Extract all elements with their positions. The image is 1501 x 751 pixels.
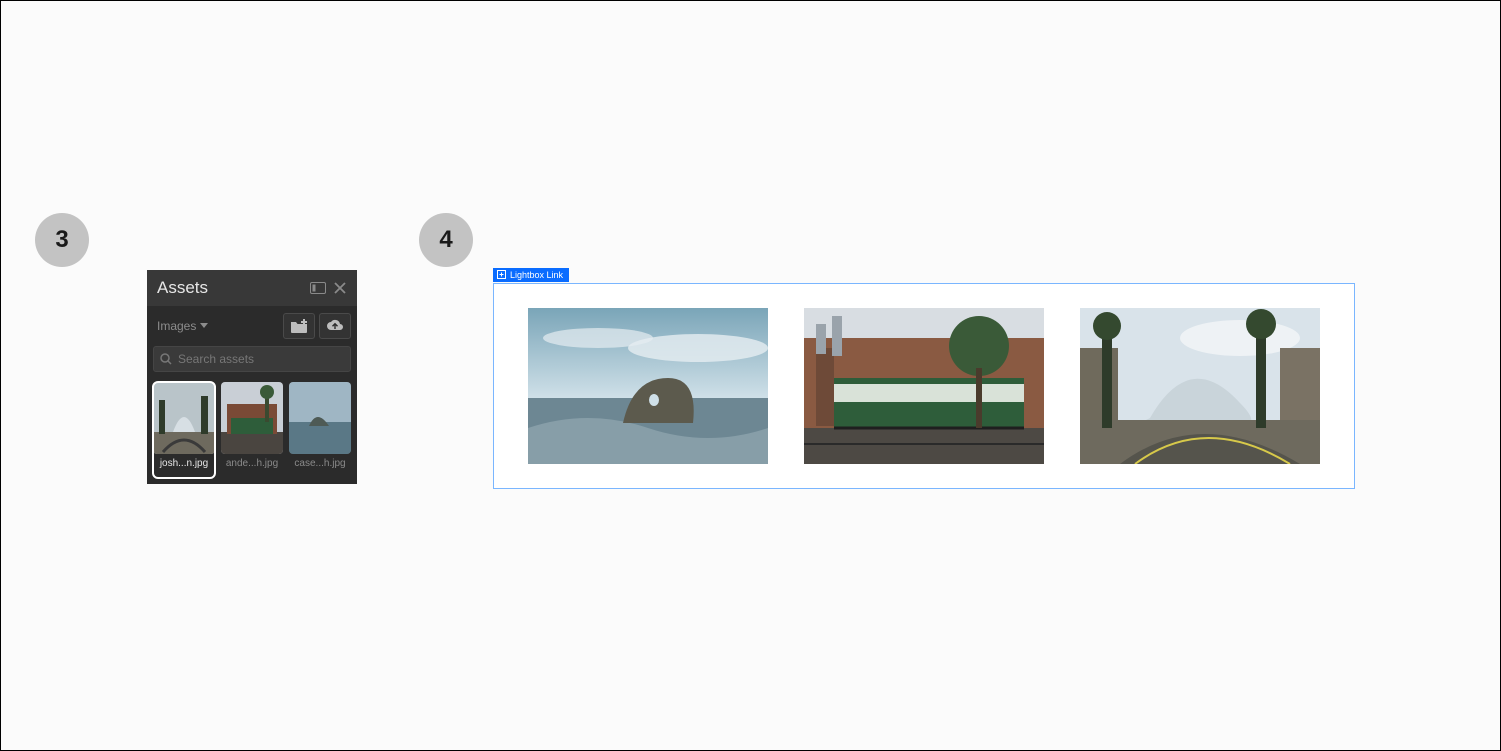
assets-toolbar: Images (147, 306, 357, 346)
folder-plus-icon (290, 319, 308, 333)
asset-thumbnail-caption: case...h.jpg (289, 458, 351, 469)
element-badge[interactable]: Lightbox Link (493, 268, 569, 282)
asset-thumbnail-caption: josh...n.jpg (153, 458, 215, 469)
assets-thumbnail-row: josh...n.jpg ande...h.jpg (147, 378, 357, 484)
lightbox-image[interactable] (1080, 308, 1320, 464)
assets-search-input[interactable] (178, 352, 344, 366)
asset-thumbnail[interactable]: ande...h.jpg (221, 382, 283, 478)
cloud-upload-icon (326, 319, 344, 333)
lightbox-link-selection: Lightbox Link (493, 266, 1355, 489)
assets-panel-header: Assets (147, 270, 357, 306)
assets-search-row (147, 346, 357, 378)
asset-thumbnail-image (153, 382, 215, 454)
new-folder-button[interactable] (283, 313, 315, 339)
step-badge-4: 4 (419, 213, 473, 267)
step-badge-3: 3 (35, 213, 89, 267)
asset-type-filter-label: Images (157, 319, 196, 333)
lightbox-image[interactable] (528, 308, 768, 464)
close-icon[interactable] (329, 277, 351, 299)
upload-button[interactable] (319, 313, 351, 339)
pin-panel-icon[interactable] (307, 277, 329, 299)
caret-down-icon (200, 323, 208, 329)
asset-thumbnail[interactable]: case...h.jpg (289, 382, 351, 478)
element-badge-label: Lightbox Link (510, 270, 563, 280)
lightbox-image[interactable] (804, 308, 1044, 464)
lightbox-link-element[interactable] (493, 283, 1355, 489)
lightbox-icon (497, 270, 506, 279)
asset-thumbnail[interactable]: josh...n.jpg (153, 382, 215, 478)
asset-type-filter[interactable]: Images (157, 319, 279, 333)
search-icon (160, 353, 172, 365)
asset-thumbnail-image (289, 382, 351, 454)
assets-panel-title: Assets (157, 278, 307, 298)
asset-thumbnail-caption: ande...h.jpg (221, 458, 283, 469)
asset-thumbnail-image (221, 382, 283, 454)
assets-search-box[interactable] (153, 346, 351, 372)
assets-panel: Assets Images (147, 270, 357, 484)
